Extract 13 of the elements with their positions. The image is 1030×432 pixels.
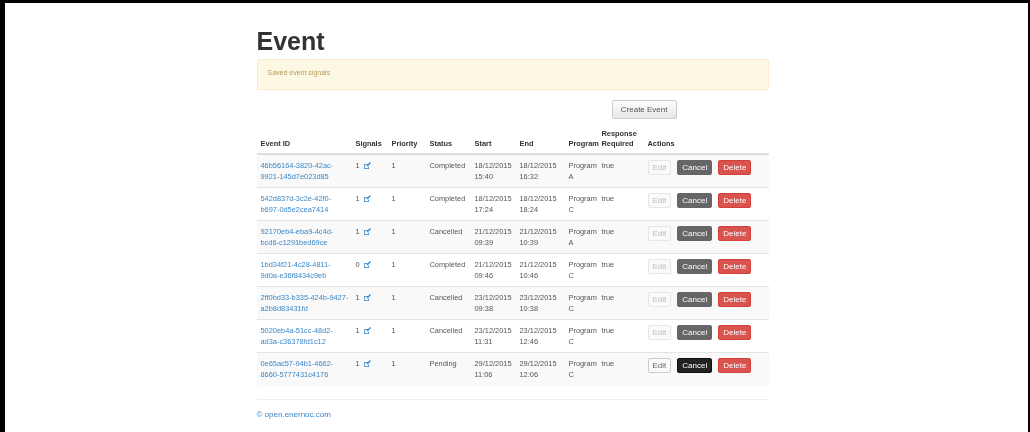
- edit-icon[interactable]: [362, 161, 371, 170]
- edit-icon[interactable]: [362, 194, 371, 203]
- edit-icon[interactable]: [362, 227, 371, 236]
- delete-button[interactable]: Delete: [718, 358, 752, 373]
- edit-icon[interactable]: [362, 260, 371, 269]
- edit-button[interactable]: Edit: [647, 358, 672, 373]
- edit-icon[interactable]: [362, 359, 371, 368]
- footer-link[interactable]: © open.enernoc.com: [256, 410, 331, 419]
- page-title: Event: [256, 27, 326, 55]
- edit-icon[interactable]: [362, 326, 371, 335]
- edit-icon[interactable]: [362, 293, 371, 302]
- cancel-button[interactable]: Cancel: [677, 358, 713, 373]
- create-event-button[interactable]: Create Event: [611, 100, 677, 119]
